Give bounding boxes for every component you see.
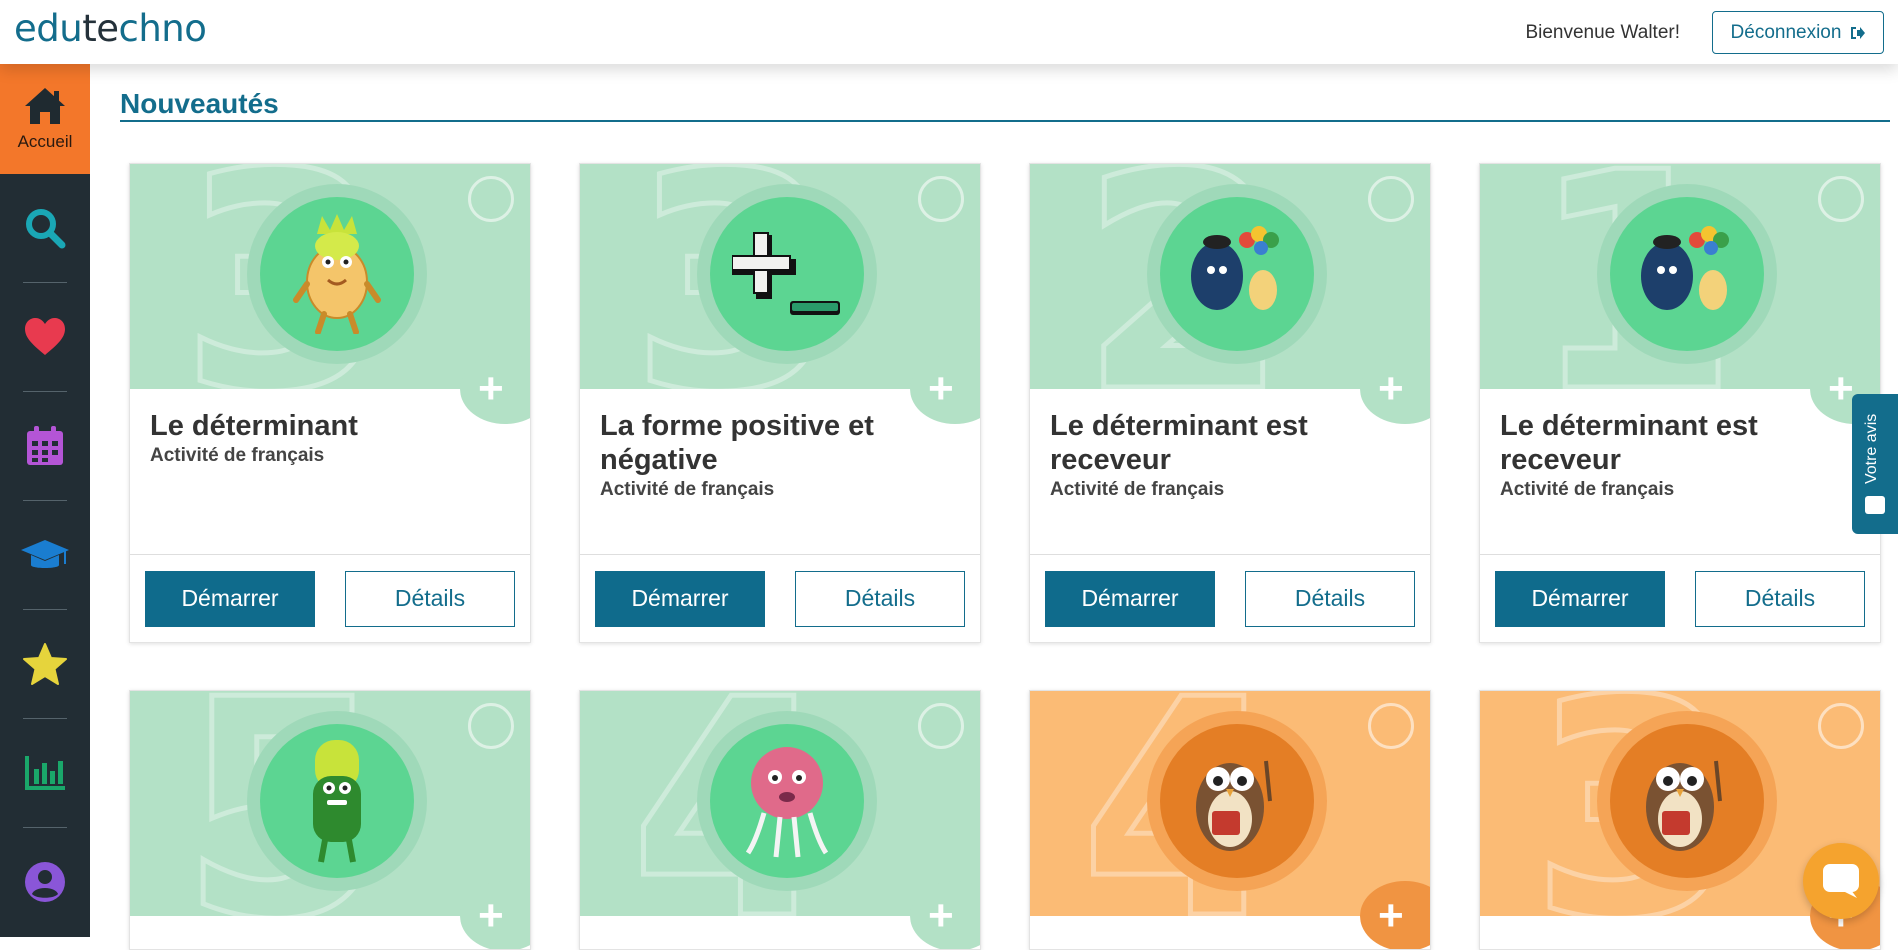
- add-favorite-button[interactable]: +: [910, 881, 980, 949]
- sidebar-item-home[interactable]: Accueil: [0, 64, 90, 174]
- add-favorite-button[interactable]: +: [1360, 881, 1430, 949]
- start-button[interactable]: Démarrer: [1045, 570, 1215, 627]
- logout-button[interactable]: Déconnexion: [1712, 11, 1884, 54]
- sidebar-item-profile[interactable]: [0, 828, 90, 936]
- activity-card: 5 +: [129, 690, 531, 950]
- plus-minus-illustration: [710, 197, 864, 351]
- character-illustration: [710, 724, 864, 878]
- plus-icon: +: [1378, 364, 1404, 413]
- card-banner[interactable]: 4: [1030, 691, 1430, 916]
- ring-decoration: [918, 703, 964, 749]
- star-icon: [23, 643, 67, 685]
- feedback-tab[interactable]: Votre avis: [1852, 394, 1898, 534]
- card-banner[interactable]: 3: [580, 164, 980, 389]
- activity-card: 4 +: [579, 690, 981, 950]
- card-title: Le déterminant: [150, 410, 358, 442]
- details-button[interactable]: Détails: [1695, 570, 1865, 627]
- card-title: Le déterminant est receveur: [1500, 410, 1758, 476]
- character-illustration: [260, 197, 414, 351]
- card-banner[interactable]: 4: [580, 691, 980, 916]
- character-illustration: [1610, 197, 1764, 351]
- sign-out-icon: [1851, 26, 1866, 39]
- ring-decoration: [468, 176, 514, 222]
- card-footer: Démarrer Détails: [1030, 555, 1430, 642]
- edutechno-logo[interactable]: edu te chno: [14, 6, 207, 50]
- card-subtitle: Activité de français: [150, 445, 325, 466]
- card-banner[interactable]: 1: [1480, 164, 1880, 389]
- start-button[interactable]: Démarrer: [145, 570, 315, 627]
- owl-illustration: [1610, 724, 1764, 878]
- logo-prefix: edu: [14, 6, 83, 50]
- add-favorite-button[interactable]: +: [1360, 354, 1430, 424]
- owl-illustration: [1160, 724, 1314, 878]
- ring-decoration: [1818, 176, 1864, 222]
- sidebar-home-label: Accueil: [17, 132, 73, 151]
- ring-decoration: [1818, 703, 1864, 749]
- start-button[interactable]: Démarrer: [595, 570, 765, 627]
- plus-icon: +: [1828, 364, 1854, 413]
- welcome-text: Bienvenue Walter!: [1525, 22, 1680, 43]
- activity-card: 3 + Le déterminant Activité de français …: [129, 163, 531, 643]
- start-button[interactable]: Démarrer: [1495, 570, 1665, 627]
- add-favorite-button[interactable]: +: [460, 354, 530, 424]
- character-illustration: [260, 724, 414, 878]
- card-title: La forme positive et négative: [600, 410, 874, 476]
- card-subtitle: Activité de français: [1500, 479, 1675, 500]
- calendar-icon: [27, 426, 63, 465]
- user-icon: [25, 862, 65, 902]
- card-banner[interactable]: 5: [130, 691, 530, 916]
- ring-decoration: [468, 703, 514, 749]
- activity-card: 4 +: [1029, 690, 1431, 950]
- top-header: edu te chno Bienvenue Walter! Déconnexion: [0, 0, 1898, 64]
- sidebar-item-rewards[interactable]: [0, 610, 90, 718]
- add-favorite-button[interactable]: +: [910, 354, 980, 424]
- plus-icon: +: [928, 364, 954, 413]
- heart-icon: [25, 318, 65, 355]
- sidebar-item-search[interactable]: [0, 174, 90, 282]
- activity-card: 3 + La forme positive et négative Activi…: [579, 163, 981, 643]
- card-banner[interactable]: 2: [1030, 164, 1430, 389]
- sidebar: Accueil: [0, 64, 90, 937]
- sidebar-item-learning[interactable]: [0, 501, 90, 609]
- feedback-label: Votre avis: [1863, 413, 1880, 484]
- card-footer: Démarrer Détails: [130, 555, 530, 642]
- card-banner[interactable]: 3: [130, 164, 530, 389]
- sidebar-item-calendar[interactable]: [0, 392, 90, 500]
- activity-card: 2 + Le déterminant est receveur Activité…: [1029, 163, 1431, 643]
- ring-decoration: [1368, 176, 1414, 222]
- home-icon: [25, 88, 65, 124]
- ring-decoration: [918, 176, 964, 222]
- logout-label: Déconnexion: [1730, 21, 1842, 43]
- section-divider: [120, 120, 1890, 122]
- sidebar-item-favorites[interactable]: [0, 283, 90, 391]
- chat-bubble-icon: [1823, 864, 1859, 898]
- chat-button[interactable]: [1803, 843, 1879, 919]
- section-title: Nouveautés: [120, 88, 279, 119]
- sidebar-item-statistics[interactable]: [0, 719, 90, 827]
- character-illustration: [1160, 197, 1314, 351]
- card-footer: Démarrer Détails: [580, 555, 980, 642]
- add-favorite-button[interactable]: +: [460, 881, 530, 949]
- plus-icon: +: [478, 891, 504, 940]
- graduation-cap-icon: [21, 540, 69, 568]
- card-subtitle: Activité de français: [600, 479, 775, 500]
- logo-suffix: chno: [118, 6, 207, 50]
- card-title: Le déterminant est receveur: [1050, 410, 1308, 476]
- bar-chart-icon: [25, 756, 65, 790]
- plus-icon: +: [478, 364, 504, 413]
- details-button[interactable]: Détails: [795, 570, 965, 627]
- search-icon: [26, 209, 66, 249]
- card-footer: Démarrer Détails: [1480, 555, 1880, 642]
- activity-card: 1 + Le déterminant est receveur Activité…: [1479, 163, 1881, 643]
- card-subtitle: Activité de français: [1050, 479, 1225, 500]
- ring-decoration: [1368, 703, 1414, 749]
- details-button[interactable]: Détails: [1245, 570, 1415, 627]
- logo-mid: te: [82, 6, 119, 50]
- details-button[interactable]: Détails: [345, 570, 515, 627]
- plus-icon: +: [1378, 891, 1404, 940]
- feedback-icon: [1865, 496, 1885, 514]
- plus-icon: +: [928, 891, 954, 940]
